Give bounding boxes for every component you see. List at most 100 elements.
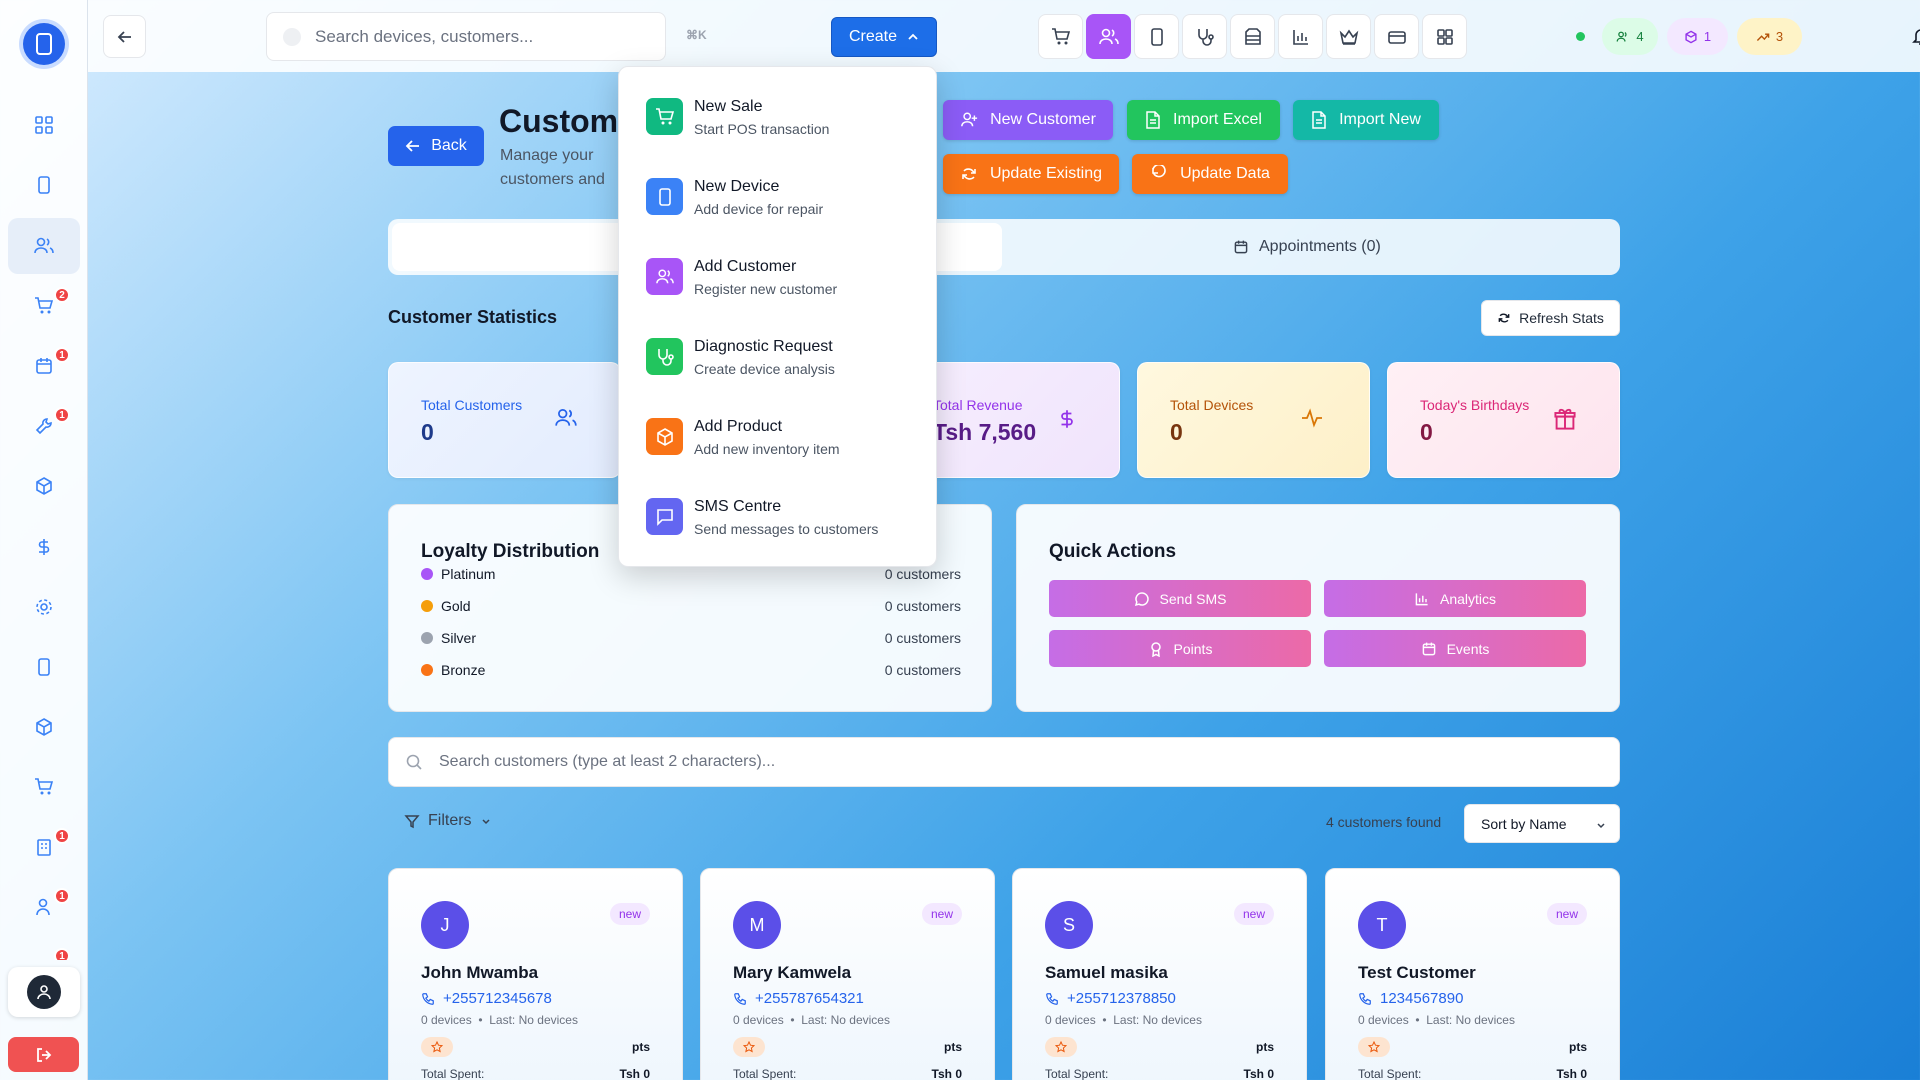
menu-item-new-sale[interactable]: New Sale Start POS transaction: [646, 92, 926, 142]
sidebar-item-finance[interactable]: [8, 519, 80, 575]
sidebar-item-calendar[interactable]: 1: [8, 338, 80, 394]
update-data-label: Update Data: [1180, 165, 1270, 182]
sidebar-item-dashboard[interactable]: [8, 97, 80, 153]
device-count: 0 devices: [1358, 1013, 1409, 1027]
sidebar-item-users[interactable]: 1: [8, 879, 80, 935]
events-button[interactable]: Events: [1324, 630, 1586, 667]
points-button[interactable]: Points: [1049, 630, 1311, 667]
menu-item-diagnostic-request[interactable]: Diagnostic Request Create device analysi…: [646, 332, 926, 382]
menu-item-add-customer[interactable]: Add Customer Register new customer: [646, 252, 926, 302]
customer-card[interactable]: J new John Mwamba +255712345678 0 device…: [388, 868, 683, 1080]
grid-icon: [35, 116, 53, 134]
update-data-button[interactable]: Update Data: [1132, 154, 1288, 194]
create-button[interactable]: Create: [831, 17, 937, 57]
spent-value: Tsh 0: [619, 1067, 650, 1080]
toolbar-diagnostics[interactable]: [1182, 14, 1227, 59]
notifications-button[interactable]: [1903, 18, 1920, 54]
sidebar-item-products[interactable]: [8, 699, 80, 755]
arrow-left-icon: [117, 30, 131, 43]
customer-phone[interactable]: +255712345678: [421, 990, 552, 1007]
award-icon: [1150, 641, 1161, 657]
customer-name: Test Customer: [1358, 963, 1476, 982]
sidebar-item-sales[interactable]: 2: [8, 278, 80, 334]
nav-back-button[interactable]: [103, 15, 146, 58]
user-plus-icon: [961, 112, 978, 127]
customer-phone[interactable]: 1234567890: [1358, 990, 1463, 1007]
update-existing-button[interactable]: Update Existing: [943, 154, 1119, 194]
toolbar-devices[interactable]: [1134, 14, 1179, 59]
analytics-button[interactable]: Analytics: [1324, 580, 1586, 617]
points-label: pts: [1569, 1040, 1587, 1054]
toolbar-apps[interactable]: [1422, 14, 1467, 59]
trend-count-pill[interactable]: 3: [1737, 18, 1802, 55]
import-excel-label: Import Excel: [1173, 111, 1262, 128]
device-count: 0 devices: [421, 1013, 472, 1027]
star-icon: [1045, 1037, 1077, 1057]
chevron-up-icon: [908, 33, 918, 40]
customer-card[interactable]: M new Mary Kamwela +255787654321 0 devic…: [700, 868, 995, 1080]
profile-button[interactable]: [8, 967, 80, 1017]
tier-name: Gold: [441, 598, 471, 614]
new-customer-button[interactable]: New Customer: [943, 100, 1113, 140]
sidebar-item-inventory[interactable]: [8, 458, 80, 514]
menu-item-sms-centre[interactable]: SMS Centre Send messages to customers: [646, 492, 926, 542]
back-button[interactable]: Back: [388, 126, 484, 166]
global-search-input[interactable]: Search devices, customers...: [266, 12, 666, 61]
sidebar-item-reports[interactable]: 1: [8, 819, 80, 875]
stethoscope-icon: [646, 338, 683, 375]
sidebar-item-devices[interactable]: [8, 157, 80, 213]
sidebar-item-mobile[interactable]: [8, 639, 80, 695]
sidebar-item-more[interactable]: 1: [8, 936, 80, 960]
gear-icon: [36, 599, 52, 615]
stat-value: 0: [421, 419, 434, 445]
notification-badge: 1: [54, 407, 70, 423]
send-sms-button[interactable]: Send SMS: [1049, 580, 1311, 617]
customer-search-input[interactable]: Search customers (type at least 2 charac…: [388, 737, 1620, 787]
create-menu: New Sale Start POS transaction New Devic…: [618, 66, 937, 567]
logout-button[interactable]: [8, 1037, 79, 1072]
import-excel-button[interactable]: Import Excel: [1127, 100, 1280, 140]
back-label: Back: [431, 137, 467, 154]
toolbar-storage[interactable]: [1230, 14, 1275, 59]
refresh-icon: [1498, 313, 1510, 323]
sidebar-item-settings[interactable]: [8, 579, 80, 635]
customer-card[interactable]: S new Samuel masika +255712378850 0 devi…: [1012, 868, 1307, 1080]
sort-select[interactable]: Sort by Name: [1464, 804, 1620, 843]
customer-phone[interactable]: +255712378850: [1045, 990, 1176, 1007]
notification-badge: 2: [54, 287, 70, 303]
import-new-label: Import New: [1339, 111, 1421, 128]
page-subtitle: Manage your customers and schedule appoi…: [500, 147, 605, 188]
bar-chart-icon: [1415, 592, 1428, 605]
toolbar-cart[interactable]: [1038, 14, 1083, 59]
chevron-down-icon: [482, 819, 490, 825]
menu-item-subtitle: Start POS transaction: [694, 121, 830, 137]
app-logo[interactable]: [23, 23, 65, 65]
filters-button[interactable]: Filters: [404, 812, 492, 830]
star-icon: [1358, 1037, 1390, 1057]
refresh-stats-button[interactable]: Refresh Stats: [1481, 300, 1620, 336]
customers-count-pill[interactable]: 4: [1602, 18, 1658, 55]
menu-item-new-device[interactable]: New Device Add device for repair: [646, 172, 926, 222]
sidebar-item-repairs[interactable]: 1: [8, 398, 80, 454]
products-count-pill[interactable]: 1: [1667, 18, 1728, 55]
menu-item-add-product[interactable]: Add Product Add new inventory item: [646, 412, 926, 462]
customer-name: Mary Kamwela: [733, 963, 852, 982]
dollar-icon: [38, 539, 50, 555]
customer-phone[interactable]: +255787654321: [733, 990, 864, 1007]
toolbar-analytics[interactable]: [1278, 14, 1323, 59]
sidebar-item-pos[interactable]: [8, 759, 80, 815]
customer-card[interactable]: T new Test Customer 1234567890 0 devices…: [1325, 868, 1620, 1080]
online-status-dot: [1576, 32, 1585, 41]
star-icon: [733, 1037, 765, 1057]
tab-appointments[interactable]: Appointments (0): [1233, 238, 1381, 256]
toolbar-loyalty[interactable]: [1326, 14, 1371, 59]
menu-item-title: New Sale: [694, 98, 763, 115]
toolbar-customers[interactable]: [1086, 14, 1131, 59]
users-icon: [554, 407, 578, 429]
phone-icon: [38, 176, 50, 194]
import-new-button[interactable]: Import New: [1293, 100, 1439, 140]
toolbar-payments[interactable]: [1374, 14, 1419, 59]
activity-icon: [1300, 407, 1324, 429]
sidebar: 2 1 1 1 1 1: [0, 0, 88, 1080]
sidebar-item-customers[interactable]: [8, 218, 80, 274]
